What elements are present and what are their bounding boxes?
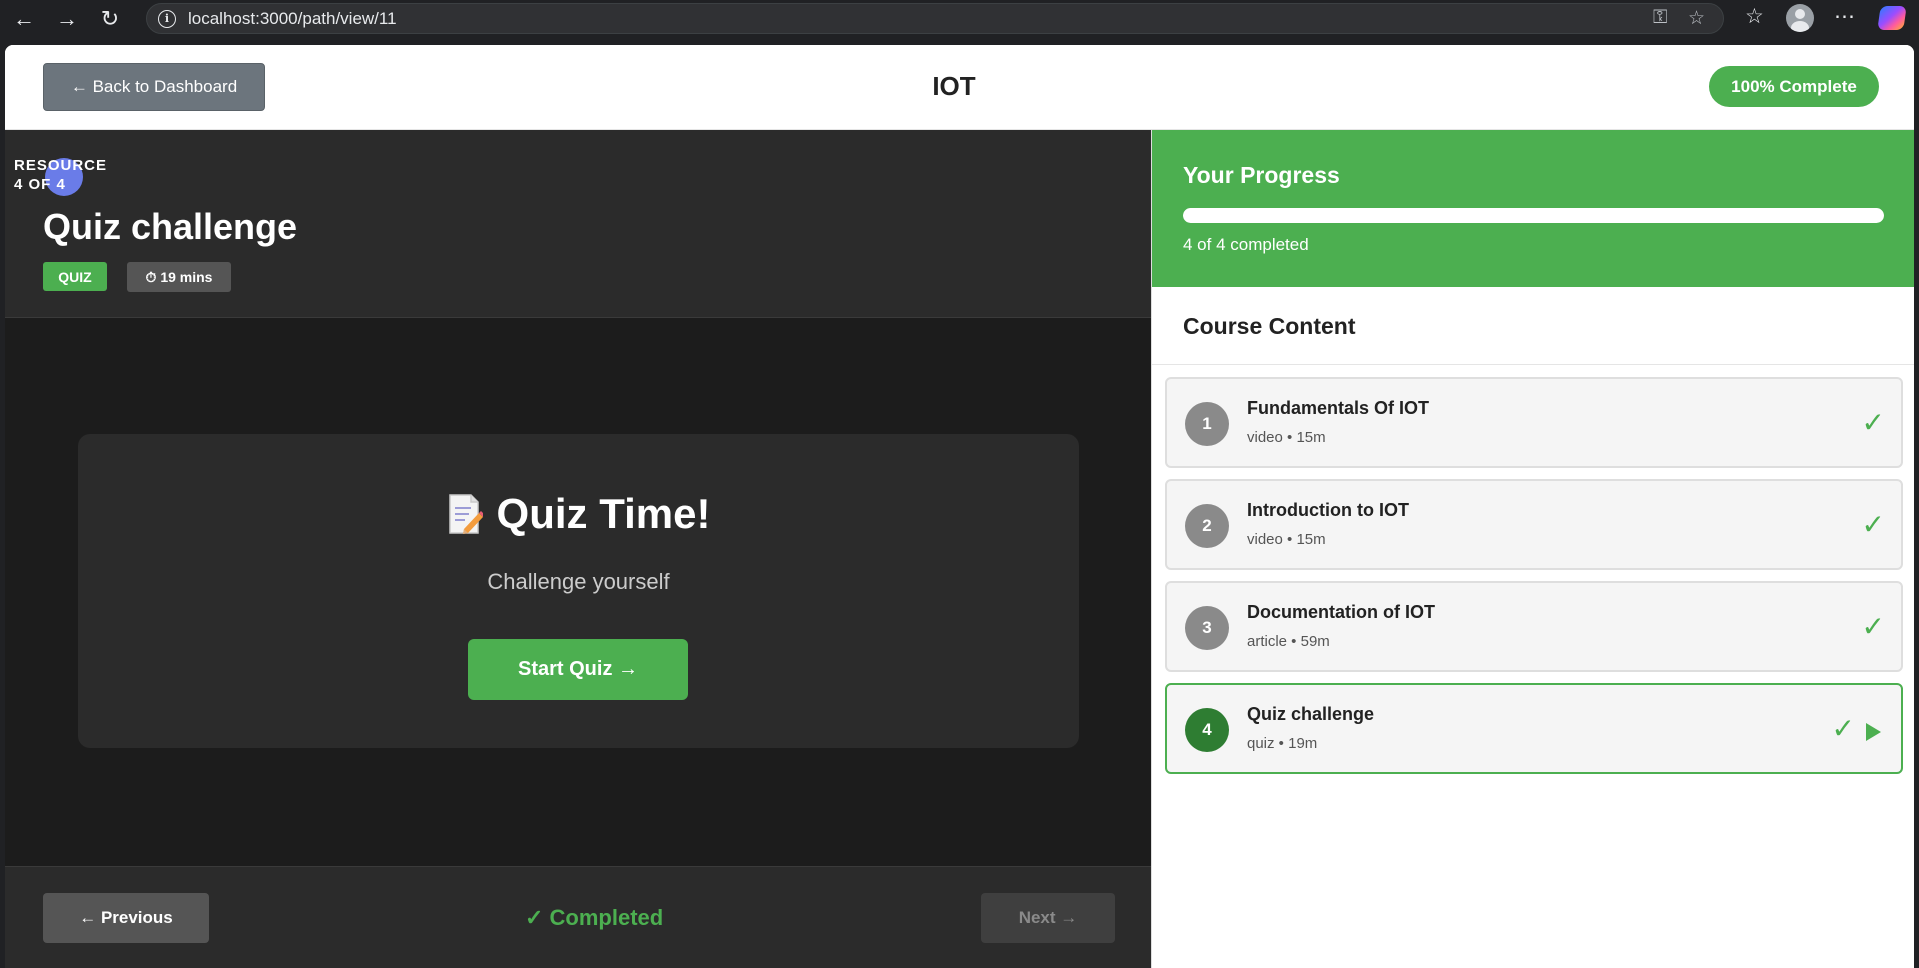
lesson-item[interactable]: 3 Documentation of IOT article • 59m ✓ <box>1165 581 1903 672</box>
resource-counter: RESOURCE 4 OF 4 <box>14 156 107 194</box>
resource-type-badge: QUIZ <box>43 262 107 291</box>
resource-navigation: ← Previous ✓ Completed Next → <box>5 866 1151 968</box>
course-title: IOT <box>932 71 976 101</box>
lesson-meta: article • 59m <box>1247 633 1330 650</box>
quiz-heading-text: Quiz Time! <box>496 490 711 537</box>
lesson-number: 2 <box>1185 504 1229 548</box>
progress-bar-fill <box>1183 208 1884 223</box>
lesson-meta: quiz • 19m <box>1247 735 1318 752</box>
address-bar[interactable]: i localhost:3000/path/view/11 ⚿ ☆ <box>146 3 1724 34</box>
progress-title: Your Progress <box>1183 162 1340 188</box>
divider <box>1152 364 1914 365</box>
completion-status: ✓ Completed <box>525 905 664 930</box>
url-text[interactable]: localhost:3000/path/view/11 <box>188 9 397 29</box>
lesson-meta: video • 15m <box>1247 429 1326 446</box>
resource-counter-value: 4 OF 4 <box>14 176 66 193</box>
memo-icon <box>447 493 485 535</box>
lesson-number: 4 <box>1185 708 1229 752</box>
resource-viewer: RESOURCE 4 OF 4 Quiz challenge QUIZ ⏱ 19… <box>5 130 1151 968</box>
lesson-item[interactable]: 2 Introduction to IOT video • 15m ✓ <box>1165 479 1903 570</box>
quiz-heading: Quiz Time! <box>78 490 1079 538</box>
progress-panel: Your Progress 4 of 4 completed <box>1152 130 1914 287</box>
course-sidebar: Your Progress 4 of 4 completed Course Co… <box>1151 130 1914 968</box>
lesson-number: 1 <box>1185 402 1229 446</box>
profile-avatar[interactable] <box>1786 4 1814 32</box>
page-viewport: ← Back to Dashboard IOT 100% Complete RE… <box>5 45 1914 968</box>
browser-toolbar: ← → ↻ i localhost:3000/path/view/11 ⚿ ☆ … <box>0 0 1919 38</box>
lesson-item-active[interactable]: 4 Quiz challenge quiz • 19m ✓ <box>1165 683 1903 774</box>
quiz-subtitle: Challenge yourself <box>487 569 670 594</box>
progress-bar <box>1183 208 1884 223</box>
duration-badge: ⏱ 19 mins <box>127 262 231 292</box>
resource-counter-label: RESOURCE <box>14 157 108 174</box>
lesson-item[interactable]: 1 Fundamentals Of IOT video • 15m ✓ <box>1165 377 1903 468</box>
star-icon[interactable]: ☆ <box>1688 7 1705 30</box>
progress-text: 4 of 4 completed <box>1183 235 1309 254</box>
key-icon[interactable]: ⚿ <box>1653 7 1667 29</box>
checkmark-icon: ✓ <box>1861 406 1885 439</box>
more-menu-icon[interactable]: ⋯ <box>1834 4 1855 29</box>
checkmark-icon: ✓ <box>1861 508 1885 541</box>
start-quiz-button[interactable]: Start Quiz → <box>468 639 688 700</box>
lesson-title: Quiz challenge <box>1247 704 1375 724</box>
resource-header: RESOURCE 4 OF 4 Quiz challenge QUIZ ⏱ 19… <box>5 130 1151 318</box>
quiz-card: Quiz Time! Challenge yourself Start Quiz… <box>78 434 1079 748</box>
completion-badge: 100% Complete <box>1709 66 1879 107</box>
lesson-title: Fundamentals Of IOT <box>1247 398 1430 418</box>
lesson-title: Introduction to IOT <box>1247 500 1409 520</box>
checkmark-icon: ✓ <box>1831 712 1855 745</box>
resource-title: Quiz challenge <box>43 206 298 247</box>
back-arrow-icon[interactable]: ← <box>9 4 39 34</box>
copilot-icon[interactable] <box>1877 6 1907 30</box>
favorites-icon[interactable]: ☆ <box>1745 4 1764 29</box>
lesson-number: 3 <box>1185 606 1229 650</box>
forward-arrow-icon[interactable]: → <box>52 4 82 34</box>
previous-button[interactable]: ← Previous <box>43 893 209 943</box>
lesson-title: Documentation of IOT <box>1247 602 1435 622</box>
next-button[interactable]: Next → <box>981 893 1115 943</box>
site-info-icon[interactable]: i <box>158 9 176 28</box>
play-icon <box>1866 723 1881 741</box>
reload-icon[interactable]: ↻ <box>95 4 125 34</box>
course-content-title: Course Content <box>1183 313 1356 339</box>
lesson-meta: video • 15m <box>1247 531 1326 548</box>
checkmark-icon: ✓ <box>1861 610 1885 643</box>
page-header: ← Back to Dashboard IOT 100% Complete <box>5 45 1914 130</box>
